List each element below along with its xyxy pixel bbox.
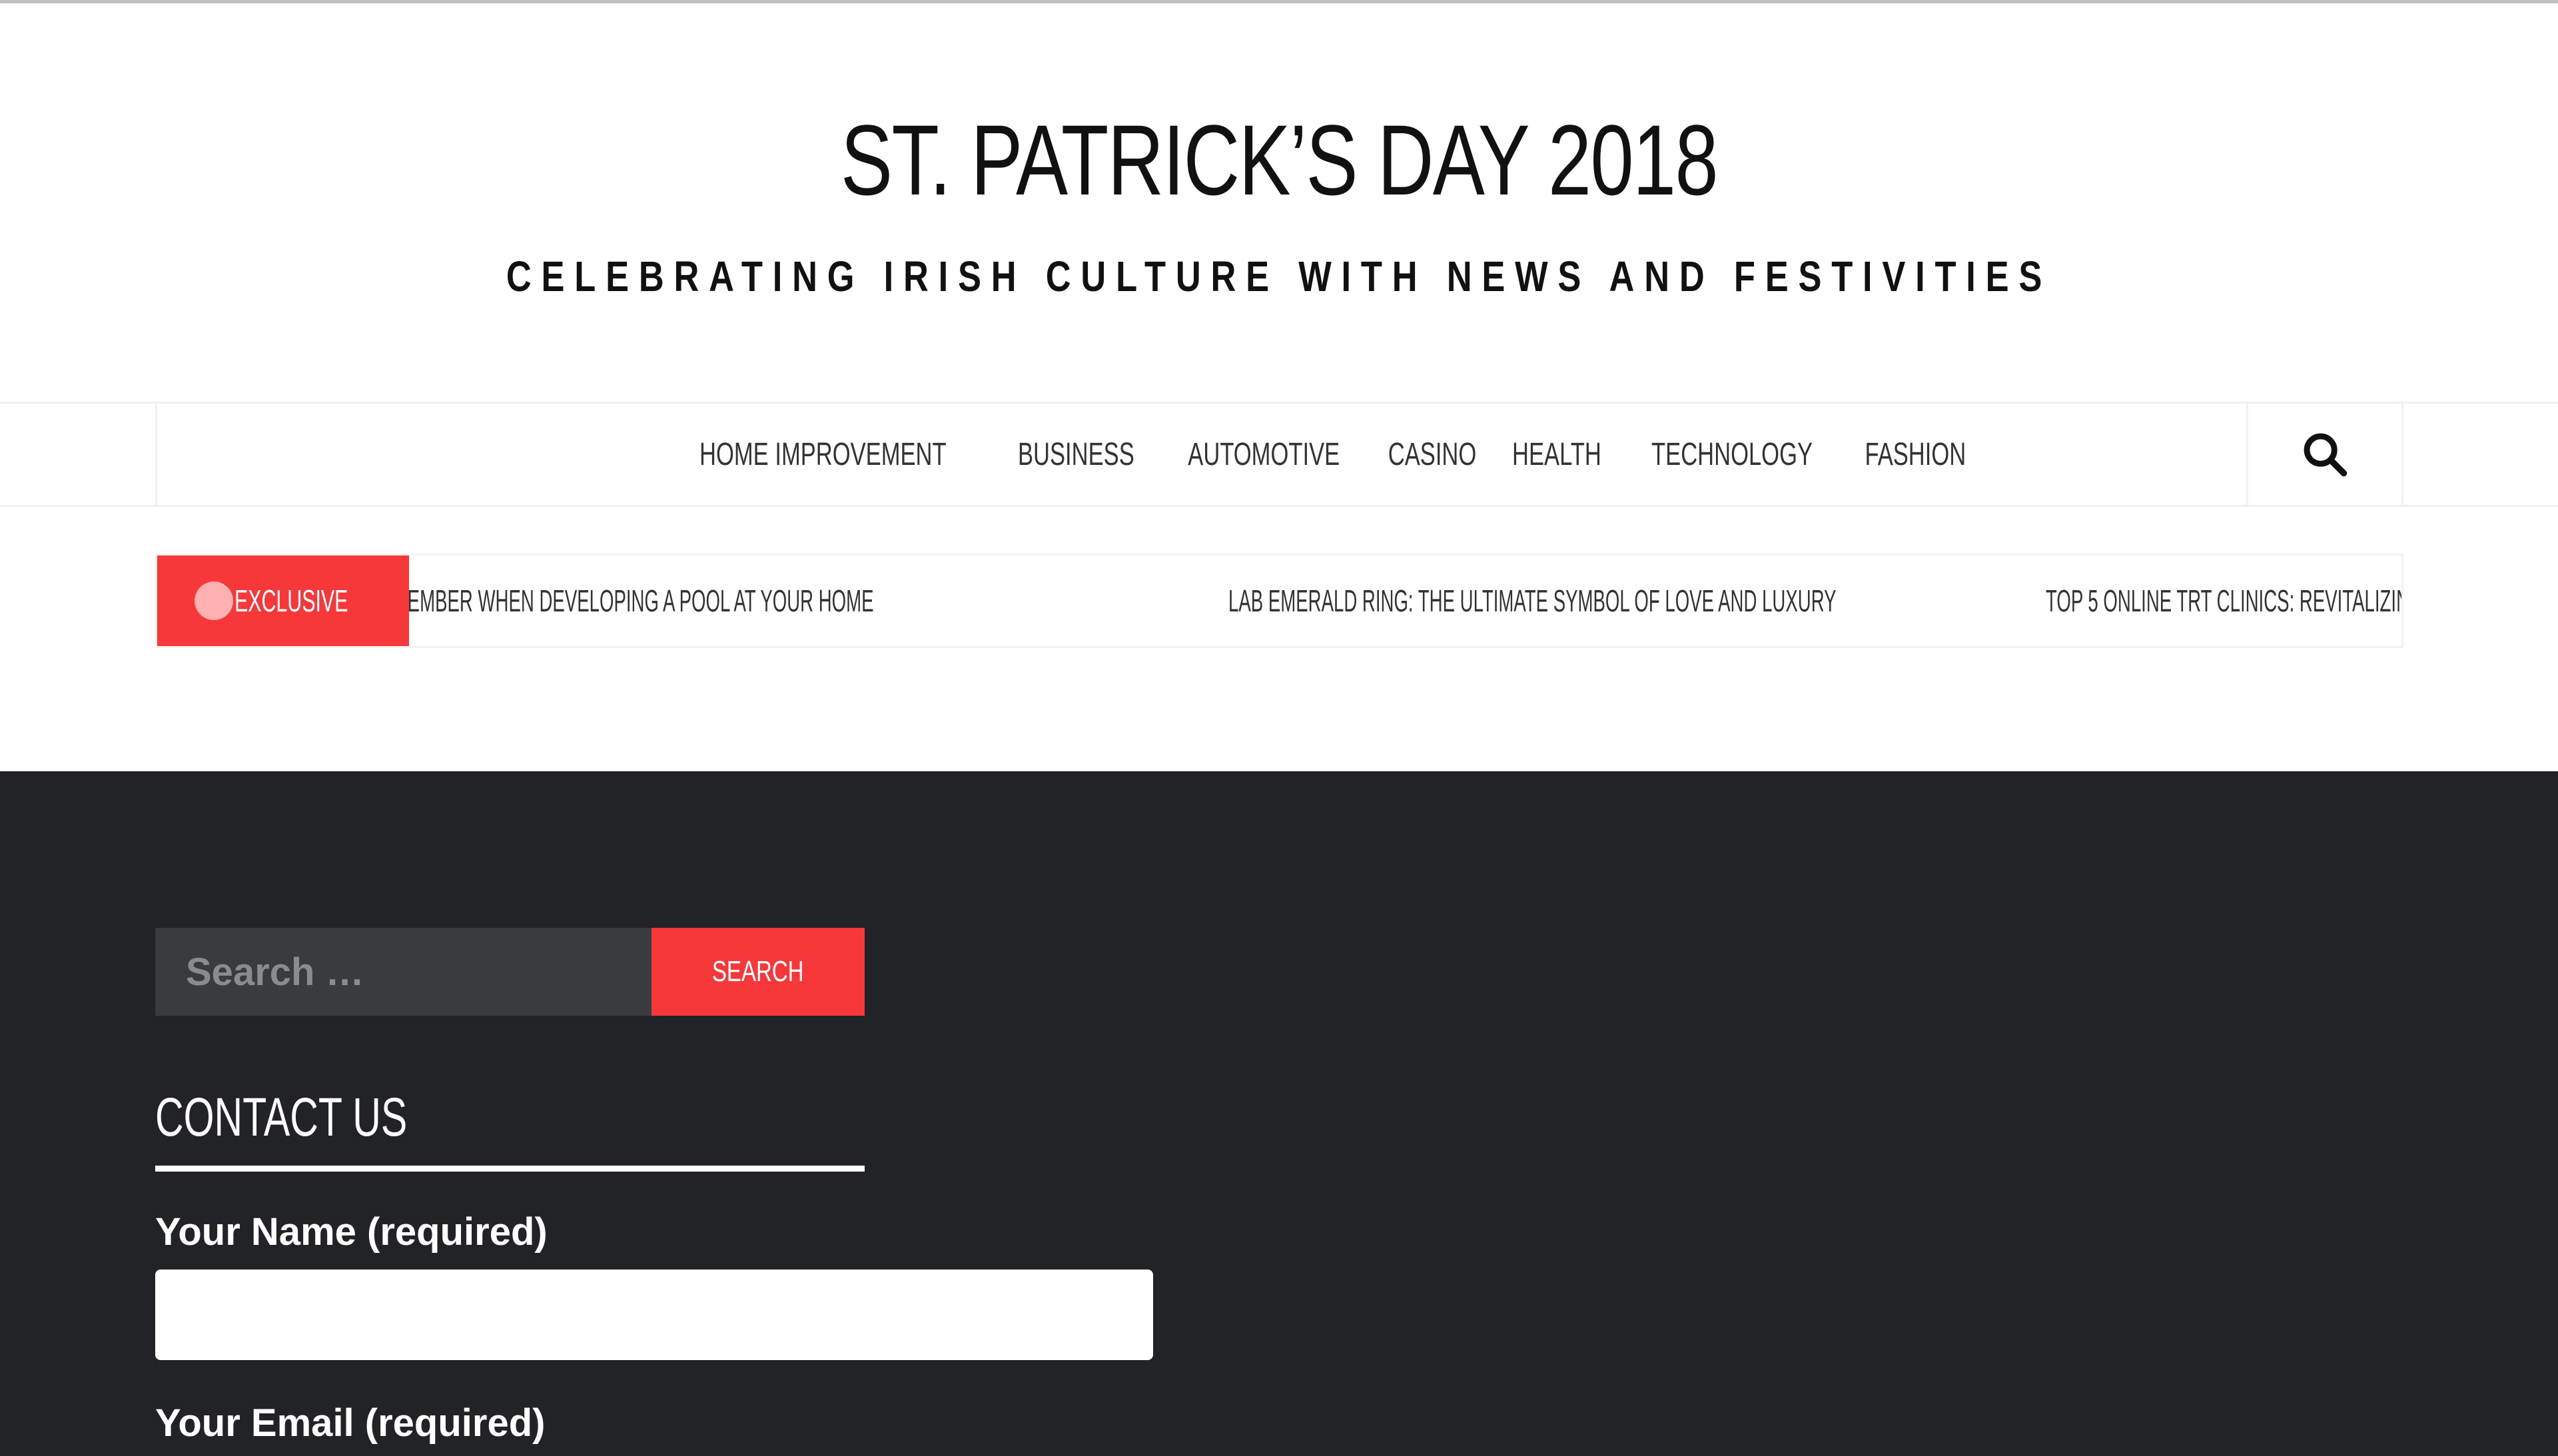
- search-icon: [2304, 433, 2347, 477]
- site-title[interactable]: ST. PATRICK’S DAY 2018: [281, 103, 2276, 216]
- ticker-item[interactable]: IEMBER WHEN DEVELOPING A POOL AT YOUR HO…: [409, 555, 874, 646]
- nav-item-technology[interactable]: TECHNOLOGY: [1634, 436, 1830, 473]
- main-navigation: HOME IMPROVEMENT BUSINESS AUTOMOTIVE CAS…: [0, 402, 2558, 507]
- widget-area: SEARCH CONTACT US Your Name (required) Y…: [0, 771, 2558, 1456]
- search-input[interactable]: [155, 928, 651, 1016]
- nav-item-casino[interactable]: CASINO: [1371, 436, 1493, 473]
- contact-widget-title: CONTACT US: [155, 1087, 408, 1148]
- site-tagline: CELEBRATING IRISH CULTURE WITH NEWS AND …: [506, 252, 2052, 300]
- name-field-label: Your Name (required): [155, 1210, 548, 1254]
- nav-item-health[interactable]: HEALTH: [1495, 436, 1619, 473]
- ticker-item[interactable]: LAB EMERALD RING: THE ULTIMATE SYMBOL OF…: [1228, 555, 1837, 646]
- news-ticker: EXCLUSIVE IEMBER WHEN DEVELOPING A POOL …: [155, 553, 2403, 648]
- nav-item-business[interactable]: BUSINESS: [1001, 436, 1152, 473]
- site-header: ST. PATRICK’S DAY 2018 CELEBRATING IRISH…: [0, 3, 2558, 403]
- ticker-track: IEMBER WHEN DEVELOPING A POOL AT YOUR HO…: [409, 555, 2401, 646]
- page: ST. PATRICK’S DAY 2018 CELEBRATING IRISH…: [0, 0, 2558, 1456]
- nav-item-automotive[interactable]: AUTOMOTIVE: [1171, 436, 1358, 473]
- search-form: SEARCH: [155, 928, 865, 1016]
- pulse-dot-icon: [195, 581, 233, 620]
- ticker-badge: EXCLUSIVE: [157, 555, 409, 646]
- email-field-label: Your Email (required): [155, 1401, 546, 1445]
- nav-container: HOME IMPROVEMENT BUSINESS AUTOMOTIVE CAS…: [155, 404, 2403, 505]
- nav-item-home-improvement[interactable]: HOME IMPROVEMENT: [682, 436, 963, 473]
- nav-search-button[interactable]: [2246, 404, 2403, 505]
- search-button-label: SEARCH: [712, 955, 804, 988]
- search-button[interactable]: SEARCH: [651, 928, 865, 1016]
- nav-menu: HOME IMPROVEMENT BUSINESS AUTOMOTIVE CAS…: [157, 404, 2246, 505]
- ticker-badge-label: EXCLUSIVE: [234, 583, 348, 618]
- name-field[interactable]: [155, 1270, 1153, 1360]
- widget-title-underline: [155, 1166, 865, 1172]
- nav-item-fashion[interactable]: FASHION: [1847, 436, 1983, 473]
- ticker-item[interactable]: TOP 5 ONLINE TRT CLINICS: REVITALIZING M…: [2046, 555, 2401, 646]
